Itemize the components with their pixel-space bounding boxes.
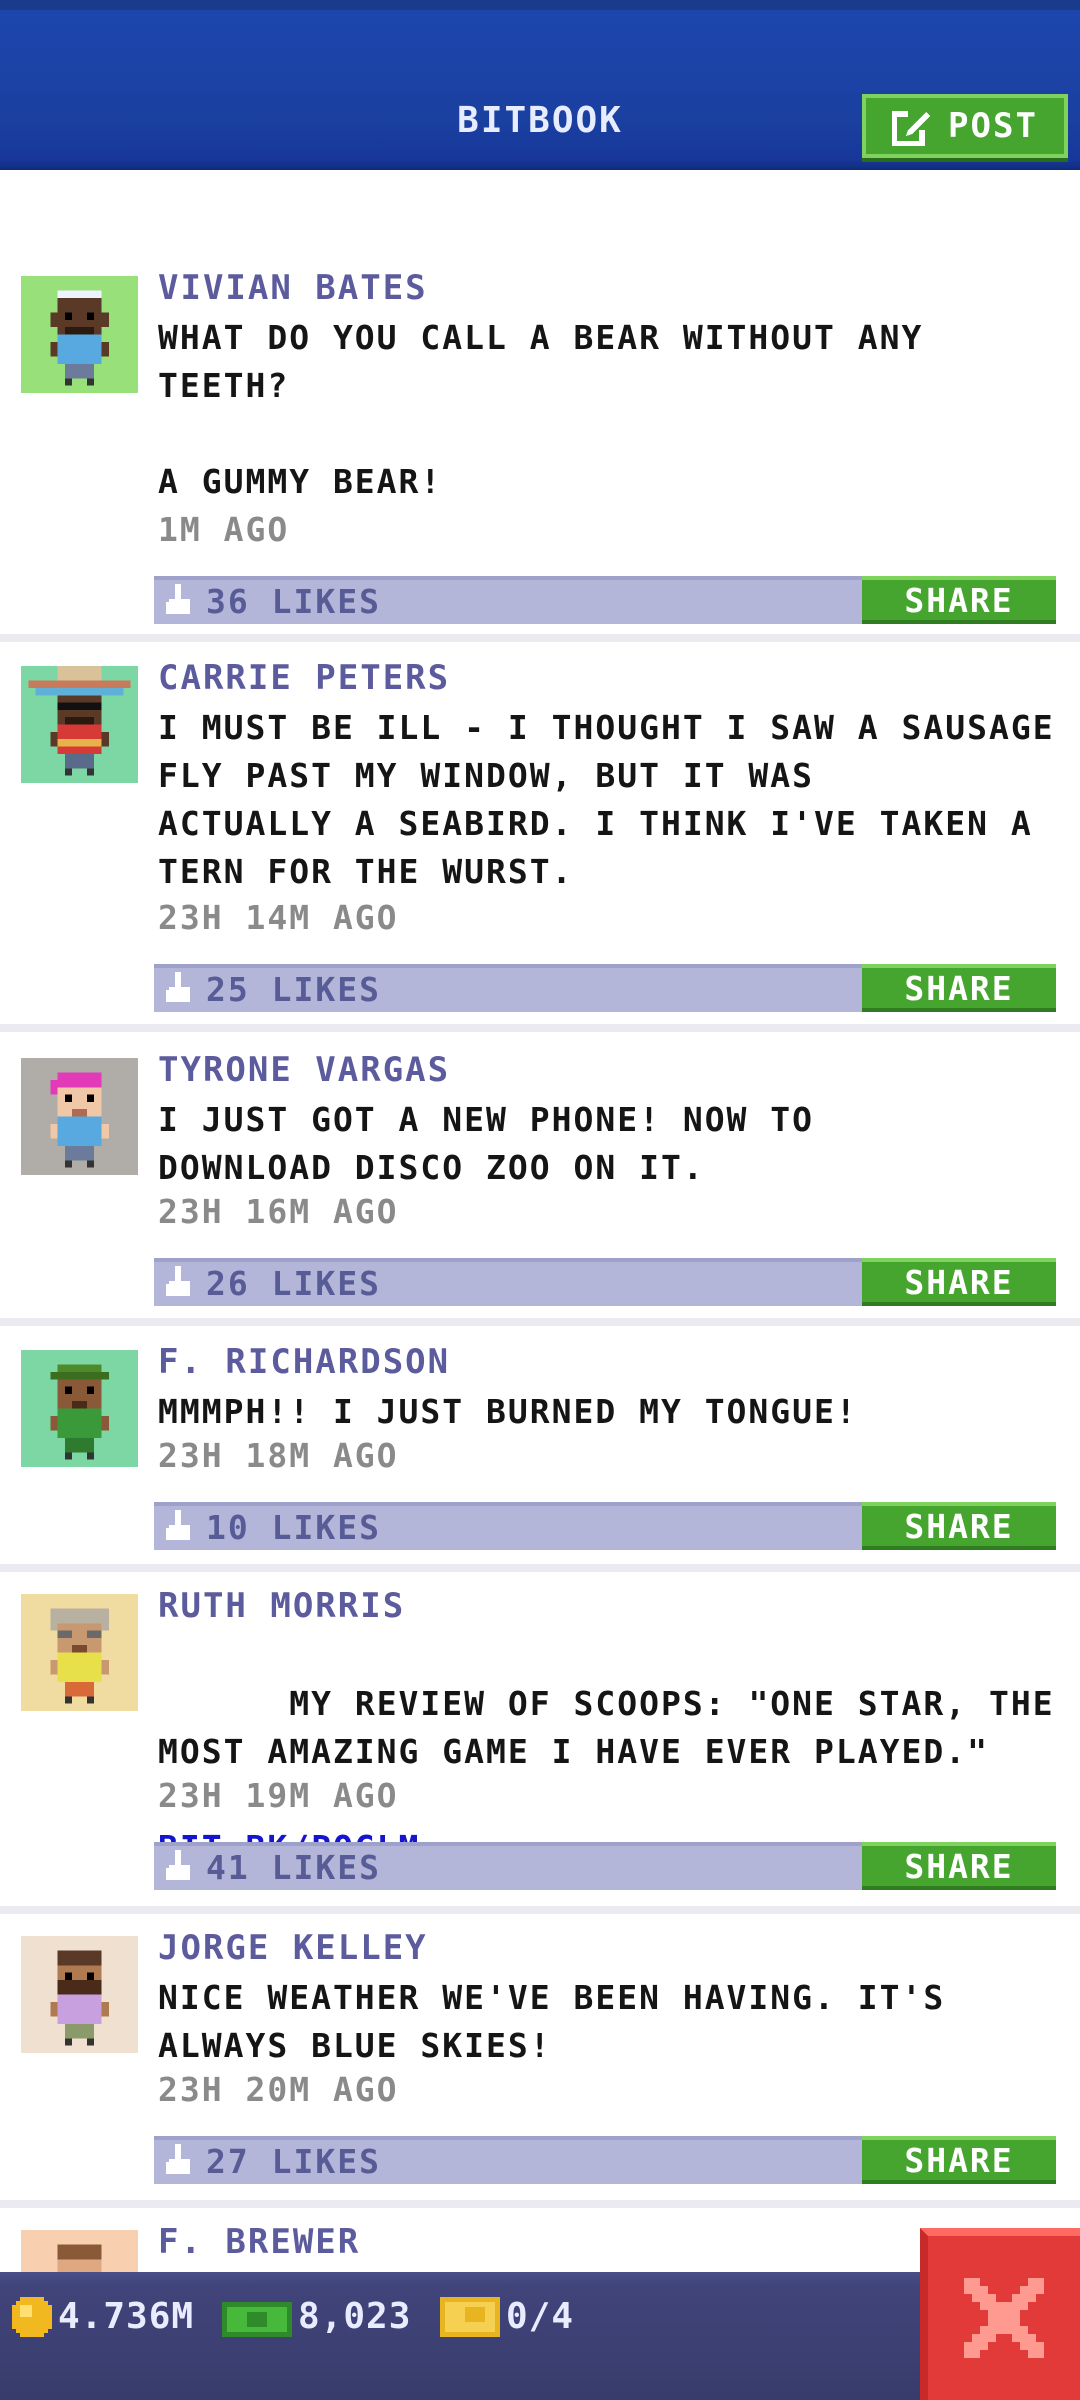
post-author[interactable]: TYRONE VARGAS: [158, 1050, 450, 1090]
avatar-beard-icon: [21, 1936, 138, 2053]
post-time: 23H 14M AGO: [158, 898, 399, 937]
post-text: NICE WEATHER WE'VE BEEN HAVING. IT'S ALW…: [158, 1978, 946, 2065]
thumbs-up-icon: [166, 1510, 190, 1540]
share-button[interactable]: SHARE: [862, 576, 1056, 624]
avatar[interactable]: [21, 276, 138, 393]
like-count: 41 LIKES: [206, 1848, 381, 1887]
like-count: 27 LIKES: [206, 2142, 381, 2181]
thumbs-up-icon: [166, 1850, 190, 1880]
like-count: 10 LIKES: [206, 1508, 381, 1547]
post-card: TYRONE VARGAS I JUST GOT A NEW PHONE! NO…: [0, 1032, 1080, 1326]
thumbs-up-icon: [166, 2144, 190, 2174]
coin-icon: [12, 2296, 52, 2337]
post-text-body: MY REVIEW OF SCOOPS: "ONE STAR, THE MOST…: [158, 1684, 1055, 1771]
avatar-glasses-icon: [21, 1594, 138, 1711]
post-author[interactable]: F. BREWER: [158, 2222, 360, 2262]
post-time: 23H 18M AGO: [158, 1436, 399, 1475]
avatar-sombrero-icon: [21, 666, 138, 783]
thumbs-up-icon: [166, 1266, 190, 1296]
avatar[interactable]: [21, 1936, 138, 2053]
share-button[interactable]: SHARE: [862, 964, 1056, 1012]
compose-icon: [892, 108, 931, 146]
coins-value: 4.736M: [58, 2296, 195, 2337]
cash-value: 8,023: [298, 2296, 412, 2337]
post-time: 23H 16M AGO: [158, 1192, 399, 1231]
tickets-value: 0/4: [506, 2296, 575, 2337]
share-button[interactable]: SHARE: [862, 1502, 1056, 1550]
post-time: 23H 19M AGO: [158, 1776, 399, 1815]
like-bar[interactable]: 26 LIKES SHARE: [154, 1258, 1056, 1306]
post-text: I MUST BE ILL - I THOUGHT I SAW A SAUSAG…: [158, 708, 1055, 891]
avatar[interactable]: [21, 1058, 138, 1175]
like-count: 36 LIKES: [206, 582, 381, 621]
like-count: 25 LIKES: [206, 970, 381, 1009]
avatar[interactable]: [21, 1594, 138, 1711]
like-bar[interactable]: 10 LIKES SHARE: [154, 1502, 1056, 1550]
top-bar: BITBOOK POST: [0, 0, 1080, 170]
like-count: 26 LIKES: [206, 1264, 381, 1303]
post-card: F. RICHARDSON MMMPH!! I JUST BURNED MY T…: [0, 1326, 1080, 1572]
like-bar[interactable]: 25 LIKES SHARE: [154, 964, 1056, 1012]
cash-display: 8,023: [222, 2296, 411, 2337]
post-author[interactable]: F. RICHARDSON: [158, 1342, 450, 1382]
post-author[interactable]: CARRIE PETERS: [158, 658, 450, 698]
avatar[interactable]: [21, 1350, 138, 1467]
avatar[interactable]: [21, 666, 138, 783]
post-author[interactable]: JORGE KELLEY: [158, 1928, 428, 1968]
bottom-bar: 4.736M 8,023 0/4: [0, 2272, 1080, 2400]
post-text: I JUST GOT A NEW PHONE! NOW TO DOWNLOAD …: [158, 1100, 815, 1187]
post-card: CARRIE PETERS I MUST BE ILL - I THOUGHT …: [0, 642, 1080, 1032]
tickets-display: 0/4: [440, 2296, 574, 2337]
close-button[interactable]: [920, 2228, 1080, 2400]
like-bar[interactable]: 27 LIKES SHARE: [154, 2136, 1056, 2184]
post-time: 1M AGO: [158, 510, 290, 549]
cash-icon: [222, 2301, 292, 2337]
ticket-icon: [440, 2296, 500, 2337]
share-button[interactable]: SHARE: [862, 1842, 1056, 1890]
share-button[interactable]: SHARE: [862, 2136, 1056, 2184]
avatar-green-cap-icon: [21, 1350, 138, 1467]
post-card: VIVIAN BATES WHAT DO YOU CALL A BEAR WIT…: [0, 170, 1080, 642]
thumbs-up-icon: [166, 584, 190, 614]
post-author[interactable]: RUTH MORRIS: [158, 1586, 405, 1626]
post-time: 23H 20M AGO: [158, 2070, 399, 2109]
post-text: MMMPH!! I JUST BURNED MY TONGUE!: [158, 1392, 858, 1431]
close-icon: [964, 2278, 1044, 2358]
post-card: RUTH MORRIS MY REVIEW OF SCOOPS: "ONE ST…: [0, 1572, 1080, 1914]
post-button-label: POST: [948, 106, 1038, 146]
post-text: WHAT DO YOU CALL A BEAR WITHOUT ANY TEET…: [158, 318, 924, 501]
avatar-headphones-icon: [21, 276, 138, 393]
like-bar[interactable]: 41 LIKES SHARE: [154, 1842, 1056, 1890]
post-button[interactable]: POST: [862, 94, 1068, 158]
avatar-pink-hair-icon: [21, 1058, 138, 1175]
thumbs-up-icon: [166, 972, 190, 1002]
post-card: JORGE KELLEY NICE WEATHER WE'VE BEEN HAV…: [0, 1914, 1080, 2208]
post-author[interactable]: VIVIAN BATES: [158, 268, 428, 308]
share-button[interactable]: SHARE: [862, 1258, 1056, 1306]
like-bar[interactable]: 36 LIKES SHARE: [154, 576, 1056, 624]
coins-display: 4.736M: [12, 2296, 194, 2337]
